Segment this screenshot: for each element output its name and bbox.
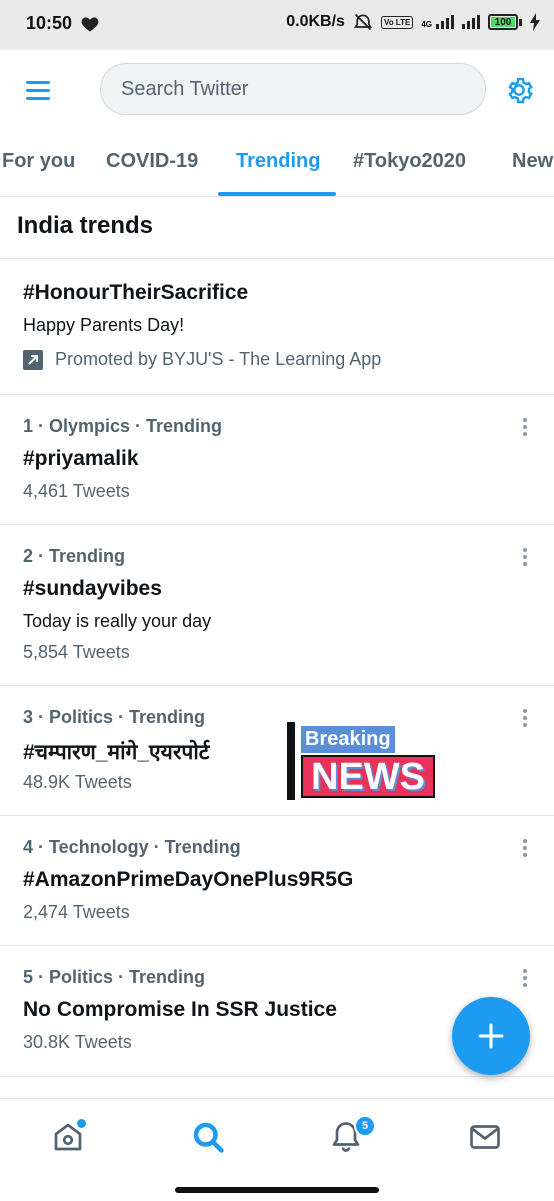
signal-4g: 4G [421, 15, 454, 29]
trend-name: No Compromise In SSR Justice [23, 998, 337, 1021]
bottom-navigation: 5 [0, 1098, 554, 1201]
compose-tweet-button[interactable] [452, 997, 530, 1075]
status-bar: 10:50 0.0KB/s Vo LTE 4G 100 [0, 0, 554, 50]
status-indicators: 0.0KB/s Vo LTE 4G 100 [286, 12, 540, 32]
notifications-badge: 5 [354, 1115, 376, 1137]
more-options-icon[interactable] [515, 706, 535, 730]
tab-covid-19[interactable]: COVID-19 [106, 150, 198, 173]
gear-icon[interactable] [503, 74, 535, 106]
signal-bars [462, 15, 480, 29]
more-options-icon[interactable] [515, 966, 535, 990]
promoted-by: Promoted by BYJU'S - The Learning App [23, 349, 381, 370]
tab-tokyo2020[interactable]: #Tokyo2020 [353, 150, 466, 173]
trend-tweet-count: 30.8K Tweets [23, 1032, 132, 1052]
trend-tweet-count: 48.9K Tweets [23, 772, 132, 792]
breaking-label: Breaking [301, 726, 395, 753]
trend-meta: 5 · Politics · Trending [23, 967, 206, 987]
search-box[interactable] [100, 63, 486, 115]
network-speed: 0.0KB/s [286, 13, 345, 30]
promoted-label: Promoted by BYJU'S - The Learning App [55, 349, 382, 369]
tab-trending[interactable]: Trending [236, 150, 320, 173]
plus-icon [478, 1023, 504, 1049]
trend-item[interactable]: 2 · Trending #sundayvibes Today is reall… [0, 525, 554, 685]
trend-item[interactable]: 1 · Olympics · Trending #priyamalik 4,46… [0, 395, 554, 524]
trend-description: Happy Parents Day! [23, 315, 185, 335]
messages-icon[interactable] [467, 1119, 507, 1159]
trend-tweet-count: 2,474 Tweets [23, 902, 130, 922]
heart-icon [81, 17, 99, 32]
volte-badge: Vo LTE [380, 15, 414, 29]
status-time: 10:50 [26, 13, 73, 33]
battery-level: 100 [491, 17, 515, 28]
trend-name: #priyamalik [23, 447, 139, 470]
news-label: NEWS [301, 755, 435, 798]
search-input[interactable] [119, 77, 463, 102]
trend-tweet-count: 5,854 Tweets [23, 642, 130, 662]
menu-icon[interactable] [24, 78, 54, 104]
trend-meta: 3 · Politics · Trending [23, 707, 206, 727]
trend-meta: 1 · Olympics · Trending [23, 416, 223, 436]
battery-icon: 100 [488, 14, 522, 30]
search-icon[interactable] [190, 1119, 230, 1159]
tab-news[interactable]: New [512, 150, 553, 173]
network-type: 4G [421, 20, 432, 29]
trend-meta: 2 · Trending [23, 546, 126, 566]
active-tab-indicator [218, 192, 336, 196]
trend-meta: 4 · Technology · Trending [23, 837, 241, 857]
trend-name: #AmazonPrimeDayOnePlus9R5G [23, 868, 354, 891]
trend-name: #चम्पारण_मांगे_एयरपोर्ट [23, 741, 210, 764]
trend-name: #HonourTheirSacrifice [23, 281, 249, 304]
tab-for-you[interactable]: For you [2, 150, 75, 173]
charging-icon [530, 13, 540, 31]
trend-name: #sundayvibes [23, 577, 162, 600]
promoted-trend[interactable]: #HonourTheirSacrifice Happy Parents Day! [0, 259, 554, 394]
trend-item[interactable]: 3 · Politics · Trending #चम्पारण_मांगे_ए… [0, 686, 554, 815]
more-options-icon[interactable] [515, 415, 535, 439]
section-title: India trends [17, 212, 154, 239]
trend-description: Today is really your day [23, 611, 212, 631]
trend-item[interactable]: 4 · Technology · Trending #AmazonPrimeDa… [0, 816, 554, 945]
explore-tabs: For you COVID-19 Trending #Tokyo2020 New [0, 132, 554, 197]
trend-tweet-count: 4,461 Tweets [23, 481, 130, 501]
alarm-off-icon [353, 13, 373, 31]
home-indicator [175, 1187, 379, 1193]
explore-header [0, 50, 554, 132]
promoted-icon [23, 349, 43, 370]
breaking-news-sticker: Breaking NEWS [287, 722, 439, 800]
more-options-icon[interactable] [515, 545, 535, 569]
home-new-dot [75, 1117, 88, 1130]
divider [0, 1076, 554, 1077]
more-options-icon[interactable] [515, 836, 535, 860]
